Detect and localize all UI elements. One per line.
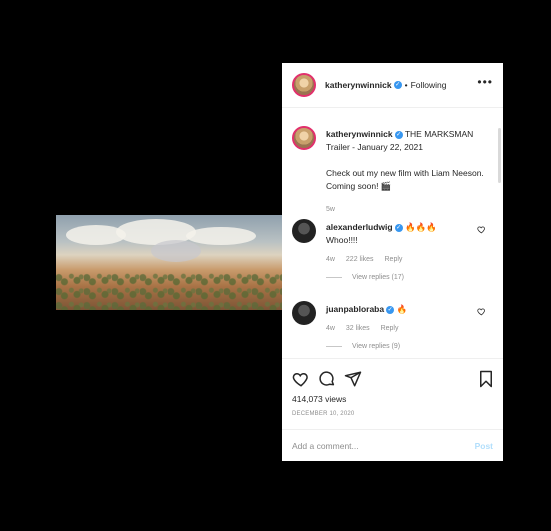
avatar[interactable] bbox=[292, 219, 316, 243]
view-replies-label[interactable]: View replies (17) bbox=[352, 274, 404, 281]
verified-badge-icon: ✓ bbox=[393, 81, 402, 89]
comment-icon[interactable] bbox=[318, 370, 336, 388]
comment-age: 4w bbox=[326, 256, 335, 263]
post-button[interactable]: Post bbox=[475, 441, 493, 451]
view-count[interactable]: 414,073 views bbox=[292, 394, 346, 404]
video-frame-cloud bbox=[186, 227, 256, 245]
verified-badge-icon: ✓ bbox=[394, 223, 403, 232]
avatar[interactable] bbox=[292, 73, 316, 97]
comment-meta: 4w 32 likes Reply bbox=[326, 322, 486, 335]
bookmark-icon[interactable] bbox=[477, 370, 495, 388]
heart-icon[interactable] bbox=[477, 225, 486, 234]
avatar[interactable] bbox=[292, 126, 316, 150]
post-date: DECEMBER 10, 2020 bbox=[292, 411, 355, 417]
following-button[interactable]: Following bbox=[411, 80, 447, 90]
comment-emoji: 🔥🔥🔥 bbox=[404, 222, 437, 232]
comment-emoji: 🔥 bbox=[396, 304, 408, 314]
comment-body: alexanderludwig ✓ 🔥🔥🔥 Whoo!!!! 4w 222 lik… bbox=[326, 221, 486, 266]
comment-text: Whoo!!!! bbox=[326, 235, 358, 245]
caption-text-2: Check out my new film with Liam Neeson. … bbox=[326, 168, 484, 191]
post-panel: katherynwinnick ✓ • Following ••• kather… bbox=[282, 63, 503, 461]
comments-list[interactable]: katherynwinnick ✓ THE MARKSMAN Trailer - … bbox=[282, 108, 503, 358]
reply-button[interactable]: Reply bbox=[381, 325, 399, 332]
divider bbox=[326, 346, 342, 347]
comments-scrollbar[interactable] bbox=[498, 128, 501, 183]
view-replies-button[interactable]: View replies (17) bbox=[326, 274, 404, 281]
reply-button[interactable]: Reply bbox=[385, 256, 403, 263]
comment-age: 4w bbox=[326, 325, 335, 332]
post-header: katherynwinnick ✓ • Following ••• bbox=[282, 63, 503, 108]
comment-likes[interactable]: 32 likes bbox=[346, 325, 370, 332]
caption-username[interactable]: katherynwinnick bbox=[326, 129, 393, 139]
view-replies-label[interactable]: View replies (9) bbox=[352, 343, 400, 350]
add-comment-bar: Add a comment... Post bbox=[282, 429, 503, 462]
more-options-icon[interactable]: ••• bbox=[477, 76, 493, 88]
separator-dot: • bbox=[404, 80, 408, 90]
post-actions: 414,073 views DECEMBER 10, 2020 bbox=[282, 358, 503, 424]
comment-username[interactable]: alexanderludwig bbox=[326, 222, 393, 232]
comment-input[interactable]: Add a comment... bbox=[292, 441, 475, 451]
caption-meta: 5w bbox=[326, 203, 486, 216]
heart-icon[interactable] bbox=[292, 370, 310, 388]
video-frame-desert bbox=[56, 272, 282, 310]
comment-likes[interactable]: 222 likes bbox=[346, 256, 374, 263]
verified-badge-icon: ✓ bbox=[386, 305, 395, 314]
view-replies-button[interactable]: View replies (9) bbox=[326, 343, 400, 350]
video-frame-cloud bbox=[151, 240, 201, 262]
share-icon[interactable] bbox=[344, 370, 362, 388]
heart-icon[interactable] bbox=[477, 307, 486, 316]
comment-body: juanpabloraba ✓ 🔥 4w 32 likes Reply bbox=[326, 303, 486, 335]
video-player[interactable] bbox=[56, 215, 282, 310]
comment-username[interactable]: juanpabloraba bbox=[326, 304, 384, 314]
divider bbox=[326, 277, 342, 278]
header-username[interactable]: katherynwinnick bbox=[325, 80, 392, 90]
comment-meta: 4w 222 likes Reply bbox=[326, 253, 486, 266]
verified-badge-icon: ✓ bbox=[394, 130, 403, 139]
avatar[interactable] bbox=[292, 301, 316, 325]
caption-age: 5w bbox=[326, 206, 335, 213]
caption-body: katherynwinnick ✓ THE MARKSMAN Trailer - … bbox=[326, 128, 486, 216]
